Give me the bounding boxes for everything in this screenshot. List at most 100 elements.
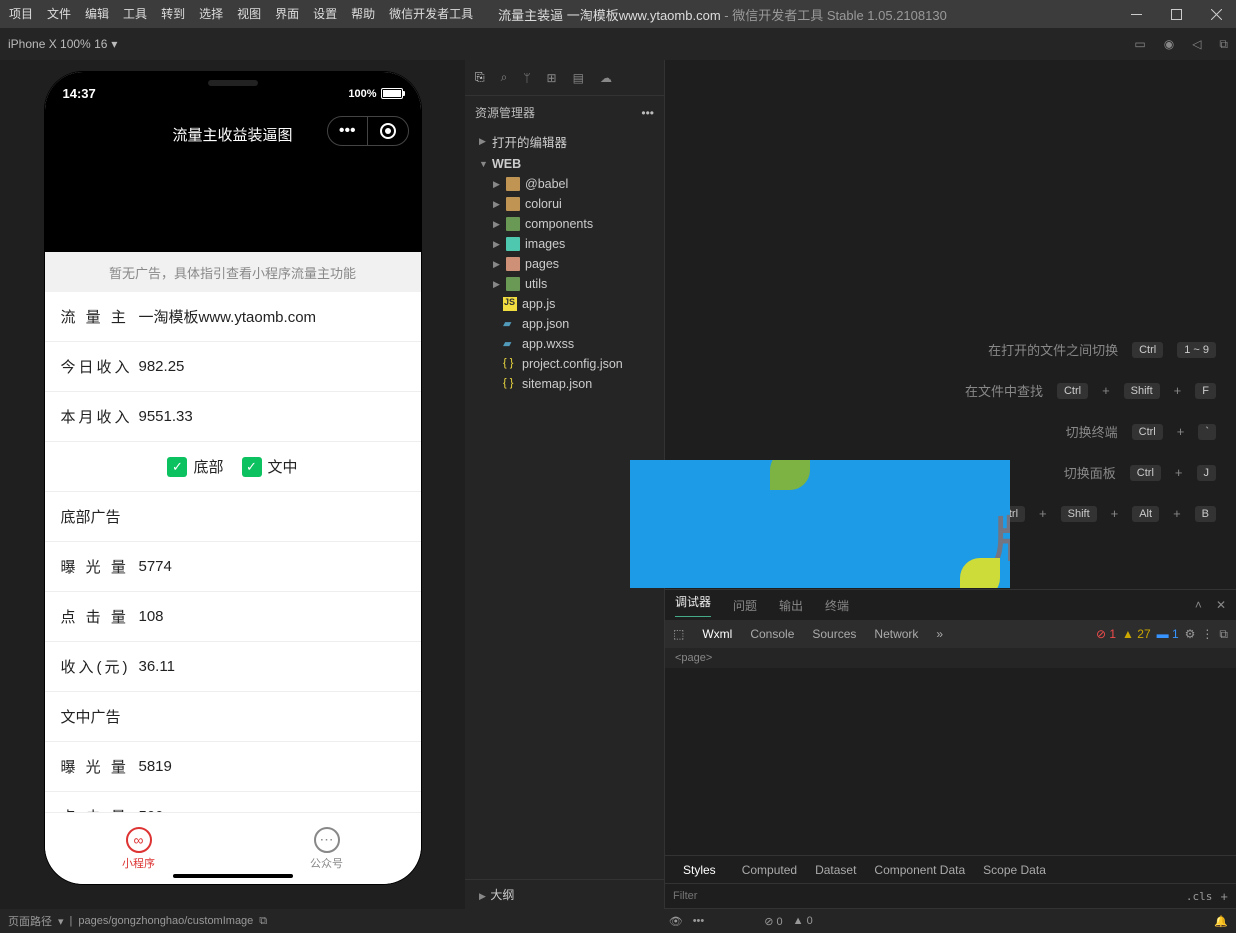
checkbox-row: ✓底部 ✓文中: [45, 442, 421, 492]
record-icon[interactable]: ◉: [1164, 37, 1174, 52]
tab-scope-data[interactable]: Scope Data: [983, 863, 1046, 877]
miniprogram-icon: ∞: [126, 827, 152, 853]
search-icon[interactable]: ⌕: [501, 70, 508, 85]
tab-output[interactable]: 输出: [779, 597, 803, 614]
tab-dataset[interactable]: Dataset: [815, 863, 856, 877]
warning-badge[interactable]: ▲ 27: [1122, 627, 1151, 641]
open-editors-section[interactable]: ▶打开的编辑器: [465, 129, 664, 154]
dock-icon[interactable]: ⧉: [1219, 627, 1228, 642]
tab-computed[interactable]: Computed: [742, 863, 797, 877]
menu-view[interactable]: 视图: [230, 0, 268, 28]
file-item[interactable]: { }sitemap.json: [465, 374, 664, 394]
list-row: 曝 光 量5819: [45, 742, 421, 792]
root-folder[interactable]: ▼WEB: [465, 154, 664, 174]
more-tabs-icon[interactable]: »: [936, 627, 943, 641]
info-badge[interactable]: ▬ 1: [1157, 627, 1179, 641]
folder-item[interactable]: ▶components: [465, 214, 664, 234]
menu-edit[interactable]: 编辑: [78, 0, 116, 28]
simulator-panel: 14:37 100% 流量主收益装逼图 ••• 暂无广告，具体指引查看小程序流量…: [0, 60, 465, 909]
tab-component-data[interactable]: Component Data: [874, 863, 965, 877]
phone-notch: [148, 72, 318, 98]
status-errors[interactable]: ⊘ 0: [764, 915, 782, 928]
extensions-icon[interactable]: ⊞: [547, 71, 557, 85]
file-item[interactable]: ▰app.json: [465, 314, 664, 334]
window-title: 流量主装逼 一淘模板www.ytaomb.com - 微信开发者工具 Stabl…: [480, 5, 1116, 24]
list-row: 曝 光 量5774: [45, 542, 421, 592]
chevron-down-icon[interactable]: ▾: [58, 915, 64, 928]
tab-terminal[interactable]: 终端: [825, 597, 849, 614]
tab-styles[interactable]: Styles: [675, 859, 724, 881]
panel-close-icon[interactable]: ✕: [1216, 598, 1226, 612]
file-item[interactable]: JSapp.js: [465, 294, 664, 314]
ad-placeholder: 暂无广告，具体指引查看小程序流量主功能: [45, 252, 421, 292]
menu-settings[interactable]: 设置: [306, 0, 344, 28]
folder-item[interactable]: ▶@babel: [465, 174, 664, 194]
menu-ui[interactable]: 界面: [268, 0, 306, 28]
add-rule-icon[interactable]: +: [1220, 889, 1228, 904]
capsule-button[interactable]: •••: [327, 116, 409, 146]
more-icon[interactable]: •••: [641, 106, 654, 120]
phone-frame: 14:37 100% 流量主收益装逼图 ••• 暂无广告，具体指引查看小程序流量…: [45, 72, 421, 884]
tab-debugger[interactable]: 调试器: [675, 593, 711, 617]
folder-item[interactable]: ▶images: [465, 234, 664, 254]
kebab-icon[interactable]: ⋮: [1201, 627, 1213, 641]
menu-wxdev[interactable]: 微信开发者工具: [382, 0, 480, 28]
devtools-tabs: ⬚ Wxml Console Sources Network » ⊘ 1 ▲ 2…: [665, 620, 1236, 648]
device-selector[interactable]: iPhone X 100% 16▾: [8, 37, 117, 51]
eye-icon[interactable]: 👁: [669, 915, 683, 928]
branch-icon[interactable]: ᛘ: [523, 71, 530, 85]
chat-icon: ⋯: [314, 827, 340, 853]
style-tabs: Styles Computed Dataset Component Data S…: [665, 855, 1236, 883]
device-icon[interactable]: ▭: [1134, 37, 1145, 52]
menu-help[interactable]: 帮助: [344, 0, 382, 28]
status-time: 14:37: [63, 86, 96, 101]
title-bar: 项目 文件 编辑 工具 转到 选择 视图 界面 设置 帮助 微信开发者工具 流量…: [0, 0, 1236, 28]
activity-bar: ⎘ ⌕ ᛘ ⊞ ▤ ☁: [465, 60, 664, 96]
menu-project[interactable]: 项目: [2, 0, 40, 28]
checkbox-inline[interactable]: ✓文中: [242, 456, 298, 477]
list-row: 收入(元)36.11: [45, 642, 421, 692]
chevron-up-icon[interactable]: ˄: [1195, 598, 1202, 612]
minimize-button[interactable]: [1116, 0, 1156, 28]
status-warnings[interactable]: ▲ 0: [793, 915, 813, 927]
inspect-icon[interactable]: ⬚: [673, 627, 684, 641]
more-icon[interactable]: •••: [693, 915, 705, 927]
close-button[interactable]: [1196, 0, 1236, 28]
file-item[interactable]: ▰app.wxss: [465, 334, 664, 354]
watermark-banner: 版: [630, 460, 1010, 588]
folder-item[interactable]: ▶utils: [465, 274, 664, 294]
tab-network[interactable]: Network: [874, 627, 918, 641]
list-row: 流 量 主一淘模板www.ytaomb.com: [45, 292, 421, 342]
tab-wxml[interactable]: Wxml: [702, 627, 732, 641]
checkbox-bottom[interactable]: ✓底部: [167, 456, 223, 477]
menu-select[interactable]: 选择: [192, 0, 230, 28]
folder-item[interactable]: ▶pages: [465, 254, 664, 274]
tab-console[interactable]: Console: [750, 627, 794, 641]
menu-file[interactable]: 文件: [40, 0, 78, 28]
error-badge[interactable]: ⊘ 1: [1096, 627, 1116, 641]
capsule-close-icon[interactable]: [368, 117, 408, 145]
clipboard-icon[interactable]: ▤: [573, 71, 584, 85]
outline-section[interactable]: ▶ 大纲: [465, 879, 664, 909]
file-item[interactable]: { }project.config.json: [465, 354, 664, 374]
split-icon[interactable]: ⧉: [1219, 37, 1228, 52]
files-icon[interactable]: ⎘: [475, 70, 485, 85]
maximize-button[interactable]: [1156, 0, 1196, 28]
folder-item[interactable]: ▶colorui: [465, 194, 664, 214]
list-row: 本月收入9551.33: [45, 392, 421, 442]
styles-filter: .cls +: [665, 883, 1236, 909]
device-toolbar: iPhone X 100% 16▾ ▭ ◉ ◁ ⧉: [0, 28, 1236, 60]
copy-icon[interactable]: ⧉: [259, 915, 267, 928]
capsule-menu-icon[interactable]: •••: [328, 117, 369, 145]
filter-input[interactable]: [673, 890, 1178, 902]
menu-goto[interactable]: 转到: [154, 0, 192, 28]
section-header: 文中广告: [45, 692, 421, 742]
cloud-icon[interactable]: ☁: [600, 71, 612, 85]
tab-problems[interactable]: 问题: [733, 597, 757, 614]
send-icon[interactable]: ◁: [1192, 37, 1201, 52]
menu-tools[interactable]: 工具: [116, 0, 154, 28]
cls-toggle[interactable]: .cls: [1186, 890, 1213, 903]
bell-icon[interactable]: 🔔: [1214, 915, 1228, 928]
tab-sources[interactable]: Sources: [812, 627, 856, 641]
gear-icon[interactable]: ⚙: [1185, 627, 1196, 641]
